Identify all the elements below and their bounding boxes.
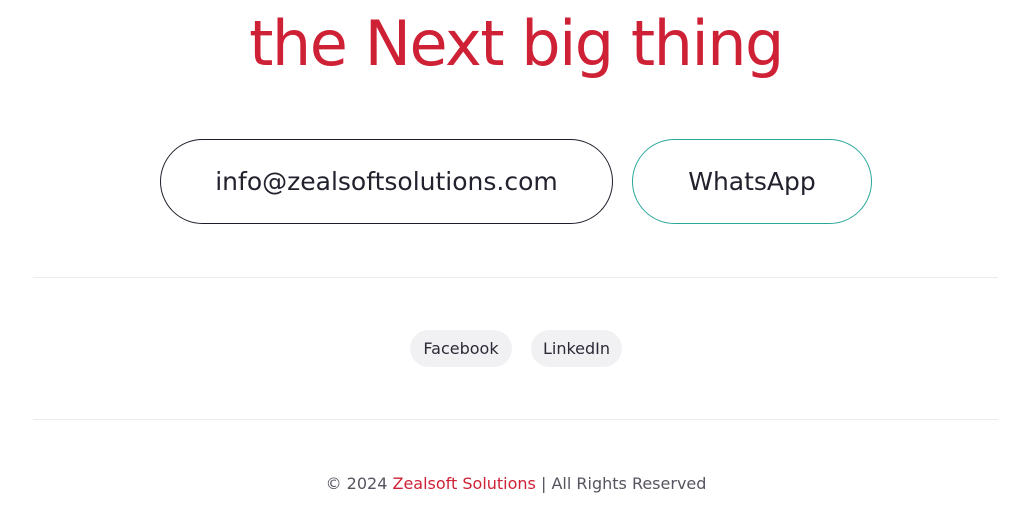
linkedin-link[interactable]: LinkedIn (531, 330, 622, 367)
whatsapp-button[interactable]: WhatsApp (632, 139, 872, 224)
email-button[interactable]: info@zealsoftsolutions.com (160, 139, 613, 224)
hero-headline: the Next big thing (249, 7, 784, 80)
copyright-text: © 2024 (325, 474, 388, 493)
facebook-link[interactable]: Facebook (410, 330, 512, 367)
rights-text: | All Rights Reserved (540, 474, 707, 493)
contact-actions: info@zealsoftsolutions.com WhatsApp (0, 139, 1032, 226)
social-links: Facebook LinkedIn (0, 330, 1032, 368)
divider (33, 419, 998, 420)
divider (33, 277, 998, 278)
brand-link[interactable]: Zealsoft Solutions (392, 474, 535, 493)
footer-copyright: © 2024 Zealsoft Solutions | All Rights R… (0, 472, 1032, 496)
